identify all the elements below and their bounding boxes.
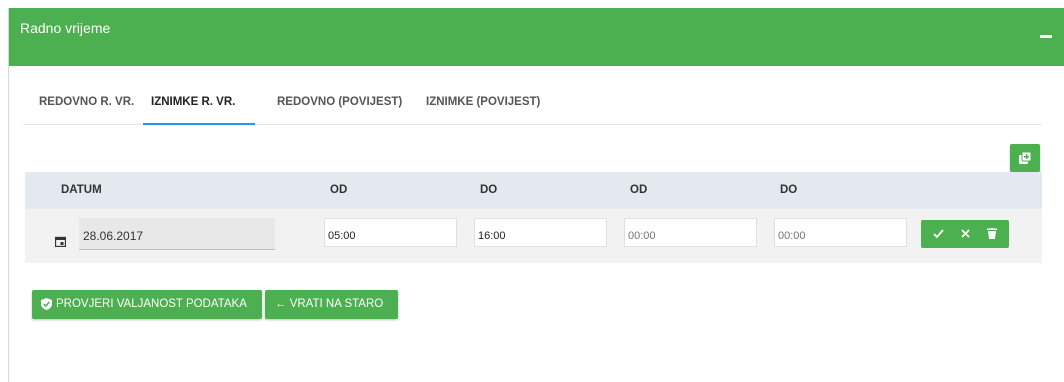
table-row: 28.06.2017 — [25, 209, 1042, 263]
revert-button-label: ← VRATI NA STARO — [275, 298, 384, 310]
active-tab-indicator — [143, 123, 255, 125]
minus-icon[interactable] — [1040, 35, 1052, 38]
tab-iznimke[interactable]: IZNIMKE R. VR. — [151, 96, 235, 108]
panel-title: Radno vrijeme — [20, 20, 111, 36]
validate-button-label: PROVJERI VALJANOST PODATAKA — [56, 298, 247, 310]
header-od-2: OD — [630, 184, 648, 196]
header-do-2: DO — [780, 184, 798, 196]
calendar-icon — [55, 236, 66, 247]
check-icon[interactable] — [933, 228, 944, 239]
close-icon[interactable] — [960, 228, 971, 239]
revert-button[interactable]: ← VRATI NA STARO — [265, 290, 398, 319]
shield-check-icon — [41, 298, 52, 310]
od-2-input[interactable] — [624, 218, 757, 247]
trash-icon[interactable] — [987, 228, 997, 239]
header-do-1: DO — [480, 184, 498, 196]
tab-iznimke-povijest[interactable]: IZNIMKE (POVIJEST) — [426, 96, 540, 108]
tab-bar: REDOVNO R. VR. IZNIMKE R. VR. REDOVNO (P… — [23, 84, 1042, 125]
header-datum: DATUM — [61, 184, 102, 196]
add-copy-button[interactable] — [1010, 144, 1040, 172]
tab-redovno-povijest[interactable]: REDOVNO (POVIJEST) — [277, 96, 402, 108]
validate-data-button[interactable]: PROVJERI VALJANOST PODATAKA — [32, 290, 262, 319]
header-od-1: OD — [330, 184, 348, 196]
copy-add-icon — [1019, 152, 1031, 164]
row-actions — [921, 220, 1009, 248]
do-2-input[interactable] — [774, 218, 907, 247]
panel-header: Radno vrijeme — [9, 8, 1064, 66]
do-1-input[interactable] — [474, 218, 607, 247]
tab-redovno[interactable]: REDOVNO R. VR. — [39, 96, 134, 108]
table-header: DATUM OD DO OD DO — [25, 172, 1042, 209]
od-1-input[interactable] — [324, 218, 457, 247]
date-field[interactable]: 28.06.2017 — [79, 218, 275, 250]
